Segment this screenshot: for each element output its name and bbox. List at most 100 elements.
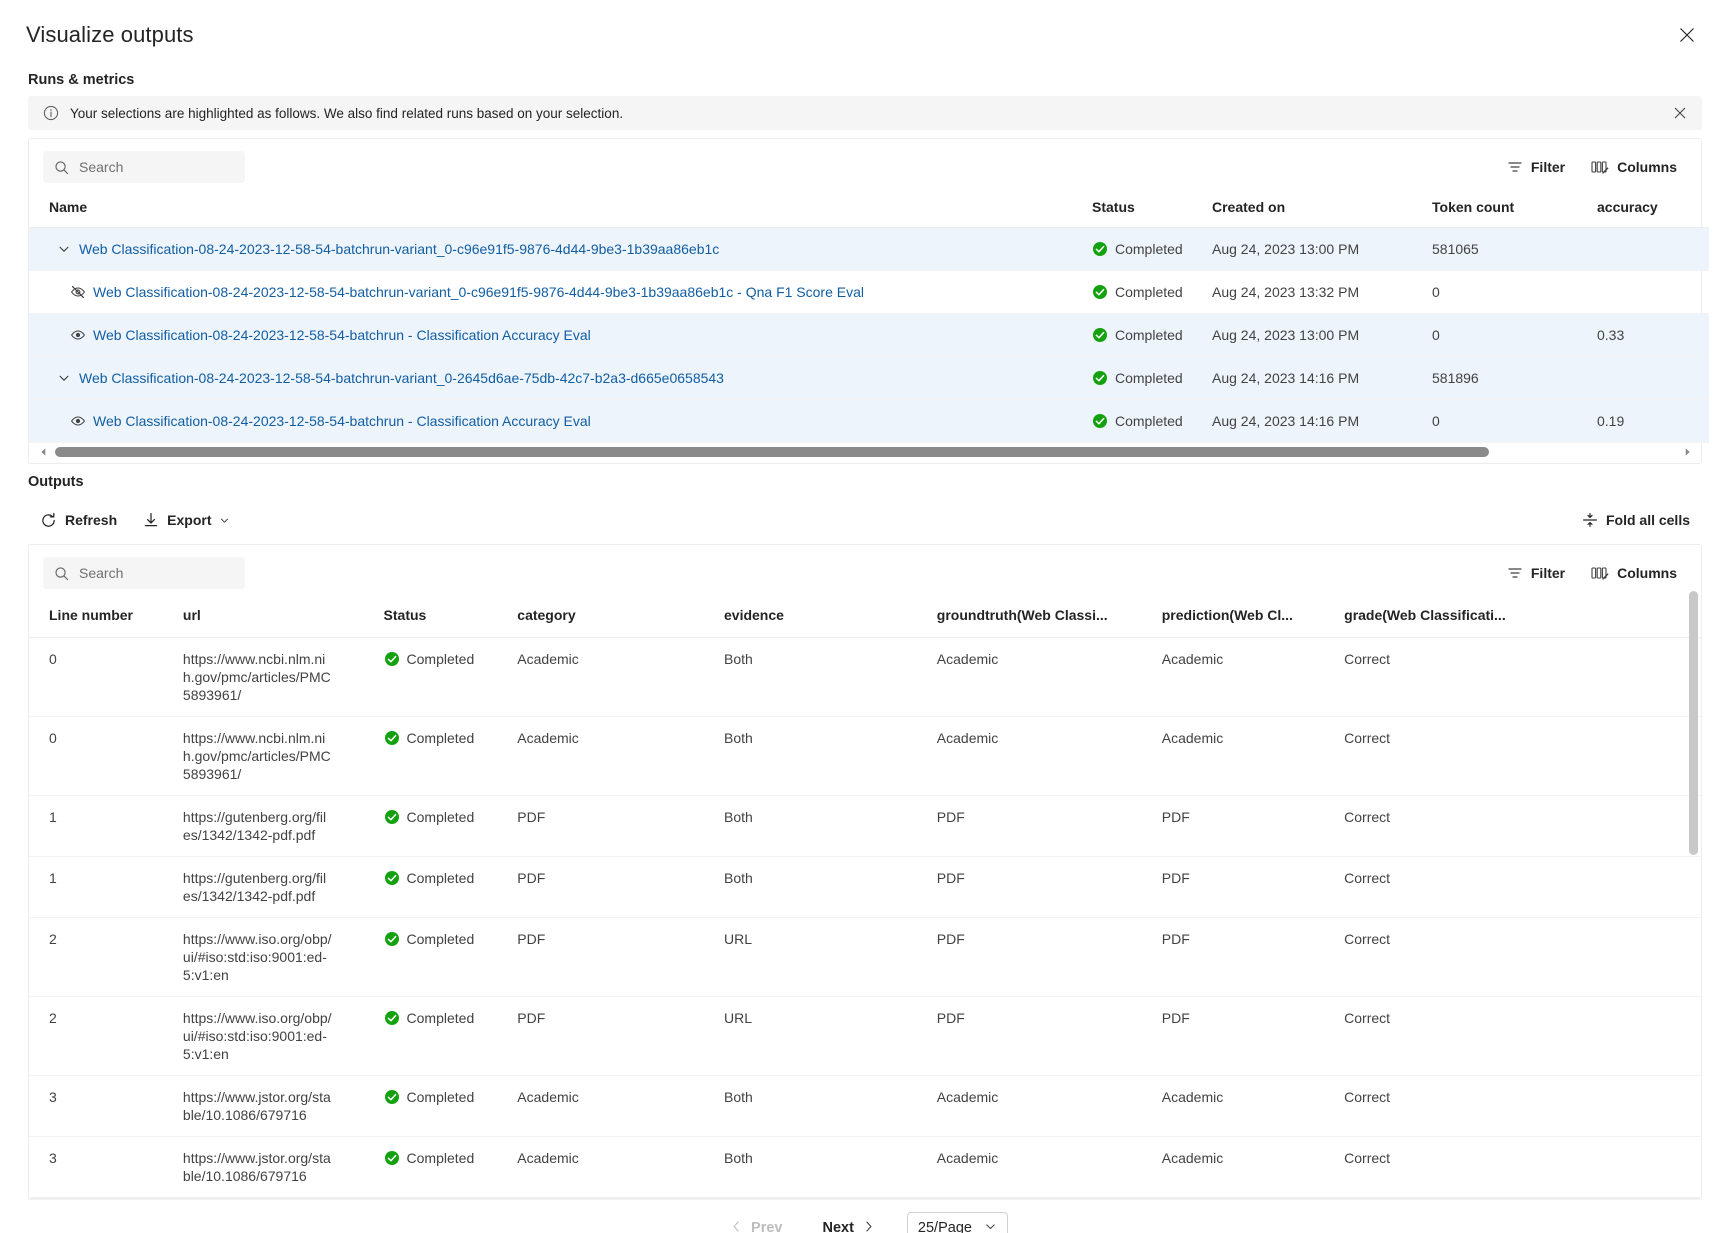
cell-line-number: 0 [29, 638, 175, 717]
outputs-filter-button[interactable]: Filter [1497, 557, 1575, 589]
chevron-down-icon [984, 1220, 997, 1233]
eye-off-icon[interactable] [63, 284, 93, 300]
eye-icon[interactable] [63, 413, 93, 429]
outputs-col-prediction[interactable]: prediction(Web Cl... [1154, 599, 1336, 638]
next-page-button[interactable]: Next [814, 1214, 882, 1233]
run-name-link[interactable]: Web Classification-08-24-2023-12-58-54-b… [93, 413, 591, 429]
run-accuracy-cell [1589, 271, 1709, 314]
cell-category: Academic [509, 1137, 716, 1198]
scroll-thumb[interactable] [1689, 591, 1698, 855]
info-icon [42, 104, 60, 122]
scroll-track[interactable] [55, 447, 1675, 457]
outputs-search-box[interactable] [43, 557, 245, 589]
table-row[interactable]: 1 https://gutenberg.org/files/1342/1342-… [29, 857, 1701, 918]
table-row[interactable]: 0 https://www.ncbi.nlm.nih.gov/pmc/artic… [29, 638, 1701, 717]
prev-page-button[interactable]: Prev [722, 1214, 790, 1233]
table-row[interactable]: 3 https://www.jstor.org/stable/10.1086/6… [29, 1076, 1701, 1137]
runs-search-input[interactable] [77, 158, 234, 176]
run-name-cell: Web Classification-08-24-2023-12-58-54-b… [29, 357, 1084, 400]
run-status-cell: Completed [1084, 314, 1204, 357]
table-row[interactable]: Web Classification-08-24-2023-12-58-54-b… [29, 271, 1709, 314]
runs-col-token[interactable]: Token count [1424, 193, 1589, 228]
run-created-cell: Aug 24, 2023 14:16 PM [1204, 357, 1424, 400]
cell-status: Completed [376, 918, 510, 997]
run-created-cell: Aug 24, 2023 13:00 PM [1204, 228, 1424, 271]
runs-filter-label: Filter [1531, 159, 1565, 175]
table-row[interactable]: Web Classification-08-24-2023-12-58-54-b… [29, 400, 1709, 443]
table-row[interactable]: 0 https://www.ncbi.nlm.nih.gov/pmc/artic… [29, 717, 1701, 796]
run-name-link[interactable]: Web Classification-08-24-2023-12-58-54-b… [79, 241, 719, 257]
cell-line-number: 1 [29, 857, 175, 918]
cell-evidence: Both [716, 857, 929, 918]
runs-col-status[interactable]: Status [1084, 193, 1204, 228]
outputs-col-line-number[interactable]: Line number [29, 599, 175, 638]
run-name-link[interactable]: Web Classification-08-24-2023-12-58-54-b… [93, 284, 864, 300]
outputs-section-label: Outputs [0, 464, 1726, 498]
run-created-cell: Aug 24, 2023 13:00 PM [1204, 314, 1424, 357]
run-token-cell: 0 [1424, 314, 1589, 357]
scroll-right-icon[interactable] [1679, 447, 1695, 457]
search-icon [54, 566, 69, 581]
table-row[interactable]: 3 https://www.jstor.org/stable/10.1086/6… [29, 1137, 1701, 1198]
table-row[interactable]: Web Classification-08-24-2023-12-58-54-b… [29, 314, 1709, 357]
table-row[interactable]: 1 https://gutenberg.org/files/1342/1342-… [29, 796, 1701, 857]
refresh-label: Refresh [65, 512, 117, 528]
outputs-table-card: Filter Columns [28, 544, 1702, 1199]
runs-search-box[interactable] [43, 151, 245, 183]
cell-category: PDF [509, 857, 716, 918]
run-accuracy-cell: 0.33 [1589, 314, 1709, 357]
outputs-header-row: Line number url Status category evidence… [29, 599, 1701, 638]
scroll-left-icon[interactable] [35, 447, 51, 457]
run-name-link[interactable]: Web Classification-08-24-2023-12-58-54-b… [79, 370, 724, 386]
run-name-link[interactable]: Web Classification-08-24-2023-12-58-54-b… [93, 327, 591, 343]
outputs-col-status[interactable]: Status [376, 599, 510, 638]
outputs-columns-label: Columns [1617, 565, 1677, 581]
chevron-down-icon[interactable] [49, 242, 79, 256]
export-button[interactable]: Export [133, 504, 240, 536]
cell-url: https://www.iso.org/obp/ui/#iso:std:iso:… [175, 918, 376, 997]
outputs-columns-button[interactable]: Columns [1581, 557, 1687, 589]
close-icon[interactable] [1670, 18, 1704, 52]
refresh-icon [40, 512, 57, 529]
outputs-search-input[interactable] [77, 564, 234, 582]
run-token-cell: 0 [1424, 271, 1589, 314]
runs-filter-button[interactable]: Filter [1497, 151, 1575, 183]
cell-grade: Correct [1336, 997, 1701, 1076]
cell-status: Completed [376, 1137, 510, 1198]
scroll-thumb[interactable] [55, 447, 1489, 457]
runs-col-accuracy[interactable]: accuracy [1589, 193, 1709, 228]
refresh-button[interactable]: Refresh [30, 504, 127, 536]
chevron-down-icon[interactable] [49, 371, 79, 385]
url-text: https://www.iso.org/obp/ui/#iso:std:iso:… [183, 930, 333, 984]
outputs-col-grade[interactable]: grade(Web Classificati... [1336, 599, 1701, 638]
run-token-cell: 0 [1424, 400, 1589, 443]
run-status-text: Completed [1115, 370, 1183, 386]
table-row[interactable]: 2 https://www.iso.org/obp/ui/#iso:std:is… [29, 997, 1701, 1076]
outputs-col-url[interactable]: url [175, 599, 376, 638]
table-row[interactable]: Web Classification-08-24-2023-12-58-54-b… [29, 228, 1709, 271]
cell-status: Completed [376, 997, 510, 1076]
outputs-col-groundtruth[interactable]: groundtruth(Web Classi... [929, 599, 1154, 638]
runs-col-created[interactable]: Created on [1204, 193, 1424, 228]
cell-evidence: URL [716, 997, 929, 1076]
filter-icon [1507, 159, 1523, 175]
fold-all-cells-button[interactable]: Fold all cells [1572, 504, 1700, 536]
table-row[interactable]: Web Classification-08-24-2023-12-58-54-b… [29, 357, 1709, 400]
runs-columns-button[interactable]: Columns [1581, 151, 1687, 183]
eye-icon[interactable] [63, 327, 93, 343]
cell-evidence: Both [716, 1137, 929, 1198]
cell-line-number: 3 [29, 1076, 175, 1137]
cell-status-text: Completed [407, 729, 475, 747]
fold-all-cells-label: Fold all cells [1606, 512, 1690, 528]
page-size-select[interactable]: 25/Page [907, 1212, 1008, 1233]
table-row[interactable]: 2 https://www.iso.org/obp/ui/#iso:std:is… [29, 918, 1701, 997]
outputs-vertical-scrollbar[interactable] [1689, 591, 1698, 1190]
cell-groundtruth: Academic [929, 1076, 1154, 1137]
outputs-col-category[interactable]: category [509, 599, 716, 638]
dismiss-message-icon[interactable] [1668, 101, 1692, 125]
outputs-col-evidence[interactable]: evidence [716, 599, 929, 638]
success-check-icon [384, 931, 400, 947]
runs-col-name[interactable]: Name [29, 193, 1084, 228]
cell-line-number: 2 [29, 997, 175, 1076]
runs-horizontal-scrollbar[interactable] [29, 443, 1701, 463]
